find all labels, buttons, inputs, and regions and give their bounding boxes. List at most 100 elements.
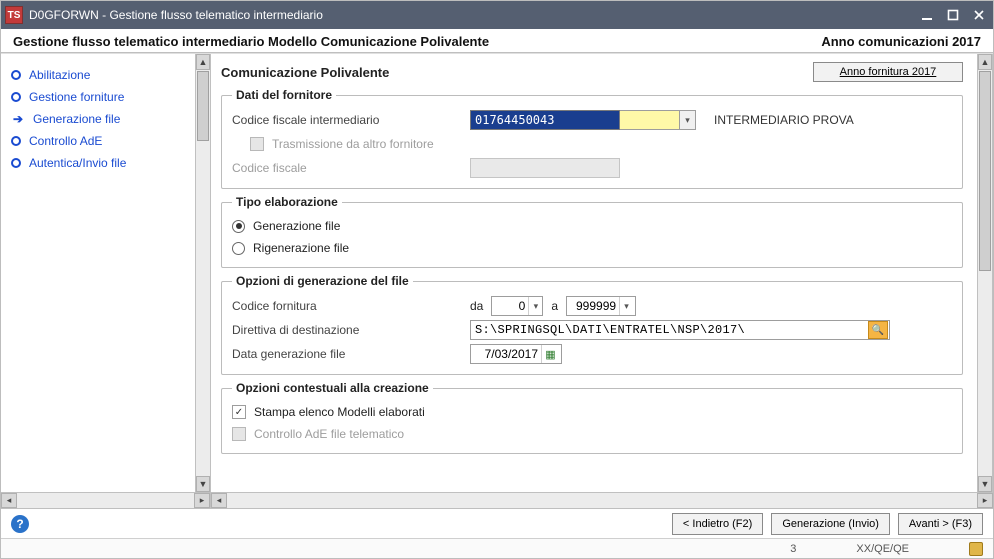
help-icon[interactable]: ? <box>11 515 29 533</box>
radio-generazione-label: Generazione file <box>253 219 340 233</box>
bullet-icon <box>11 136 21 146</box>
window-titlebar: TS D0GFORWN - Gestione flusso telematico… <box>1 1 993 29</box>
forward-button[interactable]: Avanti > (F3) <box>898 513 983 535</box>
status-number: 3 <box>790 543 796 555</box>
codice-fornitura-label: Codice fornitura <box>232 299 462 313</box>
scroll-left-icon[interactable]: ◂ <box>211 493 227 508</box>
status-bar: 3 XX/QE/QE <box>1 538 993 558</box>
panel-title: Comunicazione Polivalente <box>221 65 813 80</box>
direttiva-label: Direttiva di destinazione <box>232 323 462 337</box>
subheader-year: Anno comunicazioni 2017 <box>821 34 981 49</box>
cf-intermediario-aux[interactable] <box>620 110 680 130</box>
scroll-track[interactable] <box>978 70 992 476</box>
codice-a-field[interactable] <box>567 298 619 314</box>
nav-label: Generazione file <box>33 112 120 126</box>
scroll-right-icon[interactable]: ▸ <box>194 493 210 508</box>
arrow-right-icon: ➔ <box>11 114 25 124</box>
group-gen-legend: Opzioni di generazione del file <box>232 274 413 288</box>
window-title: D0GFORWN - Gestione flusso telematico in… <box>29 8 919 22</box>
codice-da-input[interactable]: ▾ <box>491 296 543 316</box>
data-generazione-field[interactable] <box>471 346 541 362</box>
nav-item-controllo-ade[interactable]: Controllo AdE <box>11 130 189 152</box>
close-button[interactable] <box>971 7 987 23</box>
minimize-button[interactable] <box>919 7 935 23</box>
data-generazione-input[interactable]: ▦ <box>470 344 562 364</box>
footer-toolbar: ? < Indietro (F2) Generazione (Invio) Av… <box>1 508 993 538</box>
app-icon: TS <box>5 6 23 24</box>
other-cf-input <box>470 158 620 178</box>
chk-stampa-elenco-label: Stampa elenco Modelli elaborati <box>254 405 425 419</box>
radio-rigenerazione-label: Rigenerazione file <box>253 241 349 255</box>
scroll-track[interactable] <box>227 493 977 508</box>
radio-rigenerazione[interactable] <box>232 242 245 255</box>
group-ctx-legend: Opzioni contestuali alla creazione <box>232 381 433 395</box>
other-supplier-checkbox <box>250 137 264 151</box>
data-generazione-label: Data generazione file <box>232 347 462 361</box>
group-contextual-options: Opzioni contestuali alla creazione ✓ Sta… <box>221 381 963 454</box>
chk-controllo-ade-label: Controllo AdE file telematico <box>254 427 404 441</box>
right-pane: Comunicazione Polivalente Anno fornitura… <box>211 54 993 492</box>
direttiva-path-field[interactable] <box>471 323 867 337</box>
nav-label: Autentica/Invio file <box>29 156 126 170</box>
to-label: a <box>551 299 558 313</box>
cf-intermediario-label: Codice fiscale intermediario <box>232 113 462 127</box>
bullet-icon <box>11 158 21 168</box>
group-supplier-legend: Dati del fornitore <box>232 88 336 102</box>
scroll-track[interactable] <box>196 70 210 476</box>
chevron-down-icon[interactable]: ▾ <box>528 297 542 315</box>
codice-da-field[interactable] <box>492 298 528 314</box>
right-vertical-scrollbar[interactable]: ▲ ▼ <box>977 54 993 492</box>
group-elaboration-type: Tipo elaborazione Generazione file Rigen… <box>221 195 963 268</box>
form-panel: Comunicazione Polivalente Anno fornitura… <box>211 54 977 492</box>
chevron-down-icon[interactable]: ▾ <box>619 297 633 315</box>
scroll-track[interactable] <box>17 493 194 508</box>
left-vertical-scrollbar[interactable]: ▲ ▼ <box>195 54 211 492</box>
main-area: Abilitazione Gestione forniture ➔ Genera… <box>1 53 993 492</box>
cf-dropdown-button[interactable]: ▾ <box>680 110 696 130</box>
intermediario-name: INTERMEDIARIO PROVA <box>714 113 854 127</box>
nav-label: Abilitazione <box>29 68 90 82</box>
right-horizontal-scrollbar[interactable]: ◂ ▸ <box>211 493 993 508</box>
nav-item-abilitazione[interactable]: Abilitazione <box>11 64 189 86</box>
generate-button[interactable]: Generazione (Invio) <box>771 513 890 535</box>
cf-intermediario-input[interactable] <box>470 110 620 130</box>
bullet-icon <box>11 92 21 102</box>
page-subheader: Gestione flusso telematico intermediario… <box>1 29 993 53</box>
calendar-icon[interactable]: ▦ <box>541 345 559 363</box>
subheader-title: Gestione flusso telematico intermediario… <box>13 34 821 49</box>
bullet-icon <box>11 70 21 80</box>
year-supply-button[interactable]: Anno fornitura 2017 <box>813 62 963 82</box>
other-cf-label: Codice fiscale <box>232 161 462 175</box>
chk-controllo-ade <box>232 427 246 441</box>
nav-label: Controllo AdE <box>29 134 102 148</box>
nav-label: Gestione forniture <box>29 90 124 104</box>
scroll-left-icon[interactable]: ◂ <box>1 493 17 508</box>
back-button[interactable]: < Indietro (F2) <box>672 513 763 535</box>
scroll-right-icon[interactable]: ▸ <box>977 493 993 508</box>
codice-a-input[interactable]: ▾ <box>566 296 636 316</box>
scroll-thumb[interactable] <box>979 71 991 271</box>
left-pane: Abilitazione Gestione forniture ➔ Genera… <box>1 54 211 492</box>
group-file-generation-options: Opzioni di generazione del file Codice f… <box>221 274 963 375</box>
scroll-up-icon[interactable]: ▲ <box>978 54 992 70</box>
scroll-up-icon[interactable]: ▲ <box>196 54 210 70</box>
other-supplier-label: Trasmissione da altro fornitore <box>272 137 434 151</box>
scroll-down-icon[interactable]: ▼ <box>196 476 210 492</box>
horizontal-scroll-row: ◂ ▸ ◂ ▸ <box>1 492 993 508</box>
browse-folder-icon[interactable]: 🔍 <box>868 321 888 339</box>
nav-item-generazione-file[interactable]: ➔ Generazione file <box>11 108 189 130</box>
scroll-down-icon[interactable]: ▼ <box>978 476 992 492</box>
group-elab-legend: Tipo elaborazione <box>232 195 342 209</box>
nav-list: Abilitazione Gestione forniture ➔ Genera… <box>1 54 195 492</box>
nav-item-autentica-invio[interactable]: Autentica/Invio file <box>11 152 189 174</box>
left-horizontal-scrollbar[interactable]: ◂ ▸ <box>1 493 211 508</box>
maximize-button[interactable] <box>945 7 961 23</box>
nav-item-gestione-forniture[interactable]: Gestione forniture <box>11 86 189 108</box>
direttiva-path-input[interactable]: 🔍 <box>470 320 890 340</box>
radio-generazione[interactable] <box>232 220 245 233</box>
scroll-thumb[interactable] <box>197 71 209 141</box>
chk-stampa-elenco[interactable]: ✓ <box>232 405 246 419</box>
status-code: XX/QE/QE <box>856 543 909 555</box>
trash-icon[interactable] <box>969 542 983 556</box>
from-label: da <box>470 299 483 313</box>
